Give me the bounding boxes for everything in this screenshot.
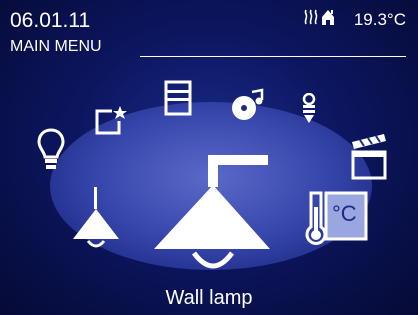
heating-icon [304, 9, 318, 25]
main-menu-screen: 06.01.11 MAIN MENU 19.3°C °C Wall lamp [0, 0, 418, 315]
date-display: 06.01.11 [10, 9, 91, 32]
thermometer-celsius-icon[interactable]: °C [302, 187, 370, 253]
svg-text:°C: °C [332, 201, 357, 226]
star-frame-icon[interactable] [94, 105, 128, 135]
hanging-lamp-icon[interactable] [70, 187, 122, 251]
wall-lamp-icon[interactable] [152, 155, 272, 279]
house-icon [322, 10, 334, 25]
temperature-display: 19.3°C [353, 10, 406, 29]
clapperboard-icon[interactable] [350, 132, 388, 180]
plug-icon[interactable] [300, 93, 318, 125]
title-underline [140, 56, 406, 57]
menu-title: MAIN MENU [10, 38, 102, 55]
lightbulb-icon[interactable] [36, 127, 66, 173]
selected-item-label: Wall lamp [165, 287, 253, 309]
blinds-icon[interactable] [164, 80, 192, 116]
music-icon[interactable] [230, 88, 264, 122]
